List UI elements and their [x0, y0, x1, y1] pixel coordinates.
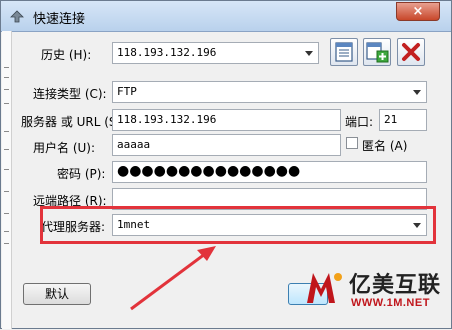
quick-connect-dialog: 快速连接 × 历史 (H): 118.193.132.196 连接类型 (C):…	[0, 0, 452, 329]
watermark-name: 亿美互联	[349, 273, 442, 298]
watermark-logo: 亿美互联 WWW.1M.NET	[301, 263, 451, 325]
brand-logo-icon	[307, 273, 342, 303]
watermark-url: WWW.1M.NET	[351, 297, 430, 309]
